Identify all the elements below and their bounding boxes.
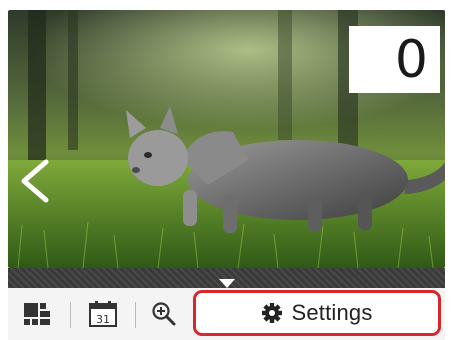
expand-drawer-button[interactable]	[218, 276, 236, 288]
settings-button[interactable]: Settings	[193, 290, 441, 336]
calendar-icon: 31	[89, 301, 117, 327]
calendar-view-button[interactable]: 31	[76, 288, 130, 340]
toolbar-divider	[70, 302, 71, 328]
photo-count-display: 0	[349, 26, 440, 93]
bottom-toolbar: 31 Settings	[8, 288, 445, 340]
layout-view-icon	[24, 303, 50, 325]
calendar-day-label: 31	[96, 313, 110, 326]
gear-icon	[262, 303, 283, 323]
zoom-in-button[interactable]	[140, 288, 188, 340]
layout-view-button[interactable]	[12, 288, 62, 340]
settings-label: Settings	[291, 300, 373, 325]
chevron-left-icon	[21, 159, 49, 203]
zoom-in-icon	[152, 302, 176, 326]
photo-viewer-screen: 0 31 Settings	[8, 10, 445, 340]
toolbar-divider	[135, 302, 136, 328]
previous-photo-button[interactable]	[16, 156, 56, 206]
